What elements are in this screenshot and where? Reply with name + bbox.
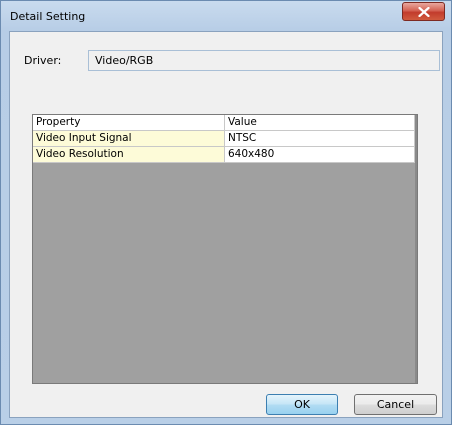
grid-right-edge: [415, 115, 417, 383]
title-bar[interactable]: Detail Setting: [1, 1, 451, 31]
ok-button[interactable]: OK: [266, 394, 338, 415]
property-grid: Property Value Video Input Signal NTSC V…: [32, 114, 418, 384]
column-header-value[interactable]: Value: [225, 115, 415, 131]
driver-field: Video/RGB: [88, 50, 440, 71]
column-header-property[interactable]: Property: [33, 115, 225, 131]
dialog-body: Driver: Video/RGB Property Value Video I…: [9, 31, 443, 418]
grid-header: Property Value: [33, 115, 417, 131]
table-row[interactable]: Video Resolution 640x480: [33, 147, 417, 163]
window-title: Detail Setting: [10, 10, 86, 23]
table-row[interactable]: Video Input Signal NTSC: [33, 131, 417, 147]
value-cell[interactable]: NTSC: [225, 131, 415, 147]
detail-setting-dialog: Detail Setting Driver: Video/RGB Propert…: [0, 0, 452, 425]
cancel-button[interactable]: Cancel: [354, 394, 437, 415]
property-cell: Video Resolution: [33, 147, 225, 163]
close-icon: [418, 7, 430, 17]
property-cell: Video Input Signal: [33, 131, 225, 147]
value-cell[interactable]: 640x480: [225, 147, 415, 163]
close-button[interactable]: [402, 2, 445, 21]
driver-label: Driver:: [24, 54, 62, 67]
